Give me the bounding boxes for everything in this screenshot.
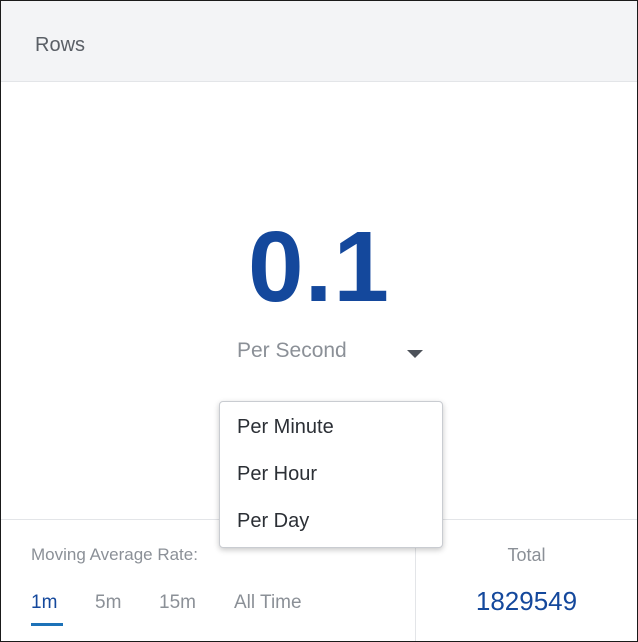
active-tab-indicator	[31, 623, 63, 626]
caret-down-icon	[407, 350, 423, 358]
rate-tab-all-time[interactable]: All Time	[234, 592, 302, 614]
unit-select-label: Per Second	[237, 339, 347, 362]
menu-item-per-hour[interactable]: Per Hour	[220, 451, 442, 497]
rows-panel: Rows 0.1 Per Second Moving Average Rate:…	[0, 0, 638, 642]
menu-item-per-day[interactable]: Per Day	[220, 498, 442, 544]
menu-item-label: Per Day	[237, 510, 310, 532]
panel-title: Rows	[35, 34, 86, 56]
total-label: Total	[507, 545, 546, 565]
menu-item-per-minute[interactable]: Per Minute	[220, 404, 442, 450]
total-section: Total 1829549	[416, 520, 637, 641]
total-value: 1829549	[475, 586, 578, 616]
menu-item-label: Per Hour	[237, 463, 318, 485]
menu-item-label: Per Minute	[237, 416, 334, 438]
unit-dropdown-menu: Per Minute Per Hour Per Day	[219, 401, 443, 548]
panel-header: Rows	[1, 1, 637, 82]
moving-average-label: Moving Average Rate:	[31, 545, 198, 564]
rate-tab-1m[interactable]: 1m	[31, 592, 57, 614]
rate-tab-5m[interactable]: 5m	[95, 592, 121, 614]
rate-value: 0.1	[247, 211, 390, 323]
rate-tab-15m[interactable]: 15m	[159, 592, 196, 614]
